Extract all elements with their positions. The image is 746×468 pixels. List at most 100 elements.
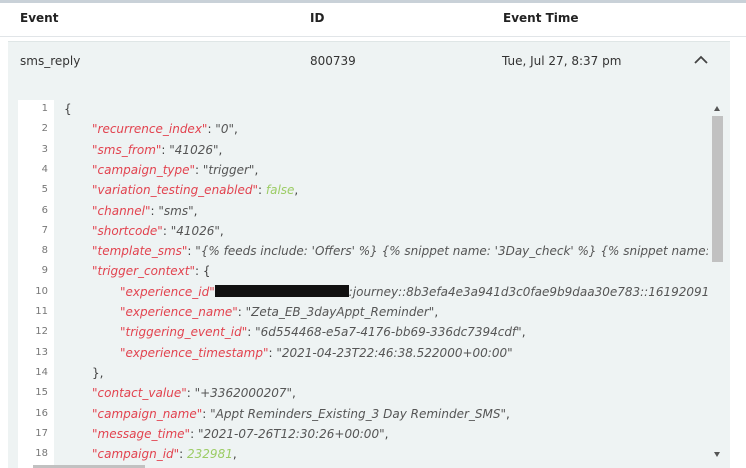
json-key: "experience_name" bbox=[120, 305, 238, 319]
json-value: "sms" bbox=[158, 203, 194, 218]
json-value: "Zeta_EB_3dayAppt_Reminder" bbox=[245, 305, 435, 319]
json-punctuation: , bbox=[219, 223, 224, 238]
json-value: "+3362000207" bbox=[194, 386, 293, 401]
line-number: 8 bbox=[41, 245, 48, 257]
json-value: "41026" bbox=[170, 223, 220, 238]
line-number: 10 bbox=[35, 285, 48, 297]
json-punctuation: : bbox=[237, 305, 246, 319]
chevron-up-icon[interactable] bbox=[691, 50, 711, 70]
json-value: "Appt Reminders_Existing_3 Day Reminder_… bbox=[210, 406, 507, 421]
column-header-id[interactable]: ID bbox=[310, 11, 324, 25]
json-key: "experience_id" bbox=[120, 284, 215, 299]
json-key: "trigger_context" bbox=[92, 264, 196, 279]
json-value: false bbox=[265, 183, 295, 198]
column-header-event-time[interactable]: Event Time bbox=[503, 11, 579, 25]
code-line: "message_time": "2021-07-26T12:30:26+00:… bbox=[92, 427, 388, 441]
json-punctuation: : bbox=[202, 406, 211, 421]
code-line: "campaign_name": "Appt Reminders_Existin… bbox=[92, 407, 510, 421]
json-key: "contact_value" bbox=[92, 386, 187, 401]
json-punctuation: : bbox=[195, 162, 203, 177]
json-value: "2021-04-23T22:46:38.522000+00:00" bbox=[276, 345, 513, 360]
json-value: "0" bbox=[215, 122, 234, 137]
json-key: "campaign_type" bbox=[92, 162, 196, 177]
column-header-event[interactable]: Event bbox=[20, 11, 58, 25]
json-punctuation: , bbox=[384, 426, 389, 441]
json-punctuation: }, bbox=[92, 365, 104, 380]
code-line: "campaign_type": "trigger", bbox=[92, 163, 258, 177]
json-key: "channel" bbox=[92, 203, 151, 218]
line-number: 1 bbox=[41, 103, 48, 114]
json-punctuation: , bbox=[254, 162, 259, 177]
code-line: "experience_timestamp": "2021-04-23T22:4… bbox=[120, 346, 513, 360]
code-line: "experience_id":journey::8b3efa4e3a941d3… bbox=[120, 284, 708, 299]
line-number: 11 bbox=[35, 306, 48, 317]
code-line: "shortcode": "41026", bbox=[92, 224, 224, 238]
line-number: 3 bbox=[41, 143, 48, 155]
code-line: "triggering_event_id": "6d554468-e5a7-41… bbox=[120, 325, 526, 339]
json-value: "{% feeds include: 'Offers' %} {% snippe… bbox=[195, 244, 708, 259]
json-punctuation: { bbox=[64, 102, 72, 116]
code-line: { bbox=[64, 102, 72, 116]
code-line: }, bbox=[92, 366, 103, 380]
code-line: "experience_name": "Zeta_EB_3dayAppt_Rem… bbox=[120, 305, 438, 319]
json-key: "campaign_id" bbox=[92, 447, 180, 462]
json-value: 232981 bbox=[187, 447, 233, 462]
scrollbar-thumb[interactable] bbox=[712, 116, 723, 262]
json-punctuation: : bbox=[162, 223, 171, 238]
event-time-cell: Tue, Jul 27, 8:37 pm bbox=[502, 54, 622, 68]
json-key: "template_sms" bbox=[92, 244, 188, 259]
json-punctuation: , bbox=[294, 183, 299, 198]
line-number-gutter: 1 2 3 4 5 6 7 8 9 10 11 12 13 14 15 16 17 18 bbox=[18, 100, 54, 468]
line-number: 2 bbox=[41, 123, 48, 135]
json-punctuation: , bbox=[506, 406, 510, 421]
json-key: "campaign_name" bbox=[92, 406, 203, 421]
json-punctuation: , bbox=[233, 122, 238, 137]
json-value: "41026" bbox=[169, 142, 219, 157]
code-line: "campaign_id": 232981, bbox=[92, 447, 237, 461]
vertical-scrollbar[interactable] bbox=[711, 100, 723, 468]
line-number: 6 bbox=[41, 204, 48, 216]
code-line: "channel": "sms", bbox=[92, 204, 197, 218]
code-line: "variation_testing_enabled": false, bbox=[92, 183, 298, 197]
json-value: "2021-07-26T12:30:26+00:00" bbox=[197, 426, 385, 441]
json-key: "message_time" bbox=[92, 426, 191, 441]
code-line: "contact_value": "+3362000207", bbox=[92, 386, 296, 400]
json-key: "experience_timestamp" bbox=[120, 345, 269, 360]
json-key: "shortcode" bbox=[92, 223, 163, 238]
json-key: "sms_from" bbox=[92, 142, 162, 157]
event-log-view: Event ID Event Time sms_reply 800739 Tue… bbox=[0, 0, 746, 468]
table-header: Event ID Event Time bbox=[0, 3, 746, 37]
line-number: 16 bbox=[35, 407, 48, 419]
json-punctuation: : bbox=[258, 183, 266, 198]
json-punctuation: : bbox=[247, 325, 256, 340]
json-punctuation: , bbox=[434, 305, 439, 319]
line-number: 9 bbox=[41, 265, 48, 277]
json-key: "triggering_event_id" bbox=[120, 325, 248, 340]
redacted-block bbox=[214, 284, 349, 297]
json-value: "trigger" bbox=[202, 162, 255, 177]
json-key: "recurrence_index" bbox=[92, 122, 208, 137]
json-punctuation: , bbox=[521, 325, 526, 340]
json-punctuation: , bbox=[193, 203, 198, 218]
json-punctuation: , bbox=[292, 386, 296, 401]
json-value: "6d554468-e5a7-4176-bb69-336dc7394cdf" bbox=[255, 325, 522, 340]
line-number: 12 bbox=[35, 326, 48, 338]
json-punctuation: , bbox=[232, 447, 237, 462]
line-number: 15 bbox=[35, 387, 48, 399]
scroll-down-arrow-icon[interactable] bbox=[714, 452, 720, 457]
code-line: "recurrence_index": "0", bbox=[92, 122, 238, 136]
json-punctuation: : bbox=[179, 447, 188, 462]
line-number: 14 bbox=[35, 366, 48, 378]
json-punctuation: : { bbox=[195, 264, 211, 279]
line-number: 7 bbox=[41, 224, 48, 236]
event-id-cell: 800739 bbox=[310, 54, 356, 68]
scroll-up-arrow-icon[interactable] bbox=[714, 106, 720, 111]
line-number: 18 bbox=[35, 448, 48, 460]
event-name-cell: sms_reply bbox=[20, 54, 81, 68]
line-number: 4 bbox=[41, 163, 48, 175]
json-code-viewer[interactable]: 1 2 3 4 5 6 7 8 9 10 11 12 13 14 15 16 17 18 {"recurrence… bbox=[18, 100, 708, 468]
json-punctuation: : bbox=[186, 386, 195, 401]
table-row[interactable]: sms_reply 800739 Tue, Jul 27, 8:37 pm bbox=[8, 41, 730, 81]
code-line: "trigger_context": { bbox=[92, 264, 211, 278]
code-line: "template_sms": "{% feeds include: 'Offe… bbox=[92, 244, 708, 258]
